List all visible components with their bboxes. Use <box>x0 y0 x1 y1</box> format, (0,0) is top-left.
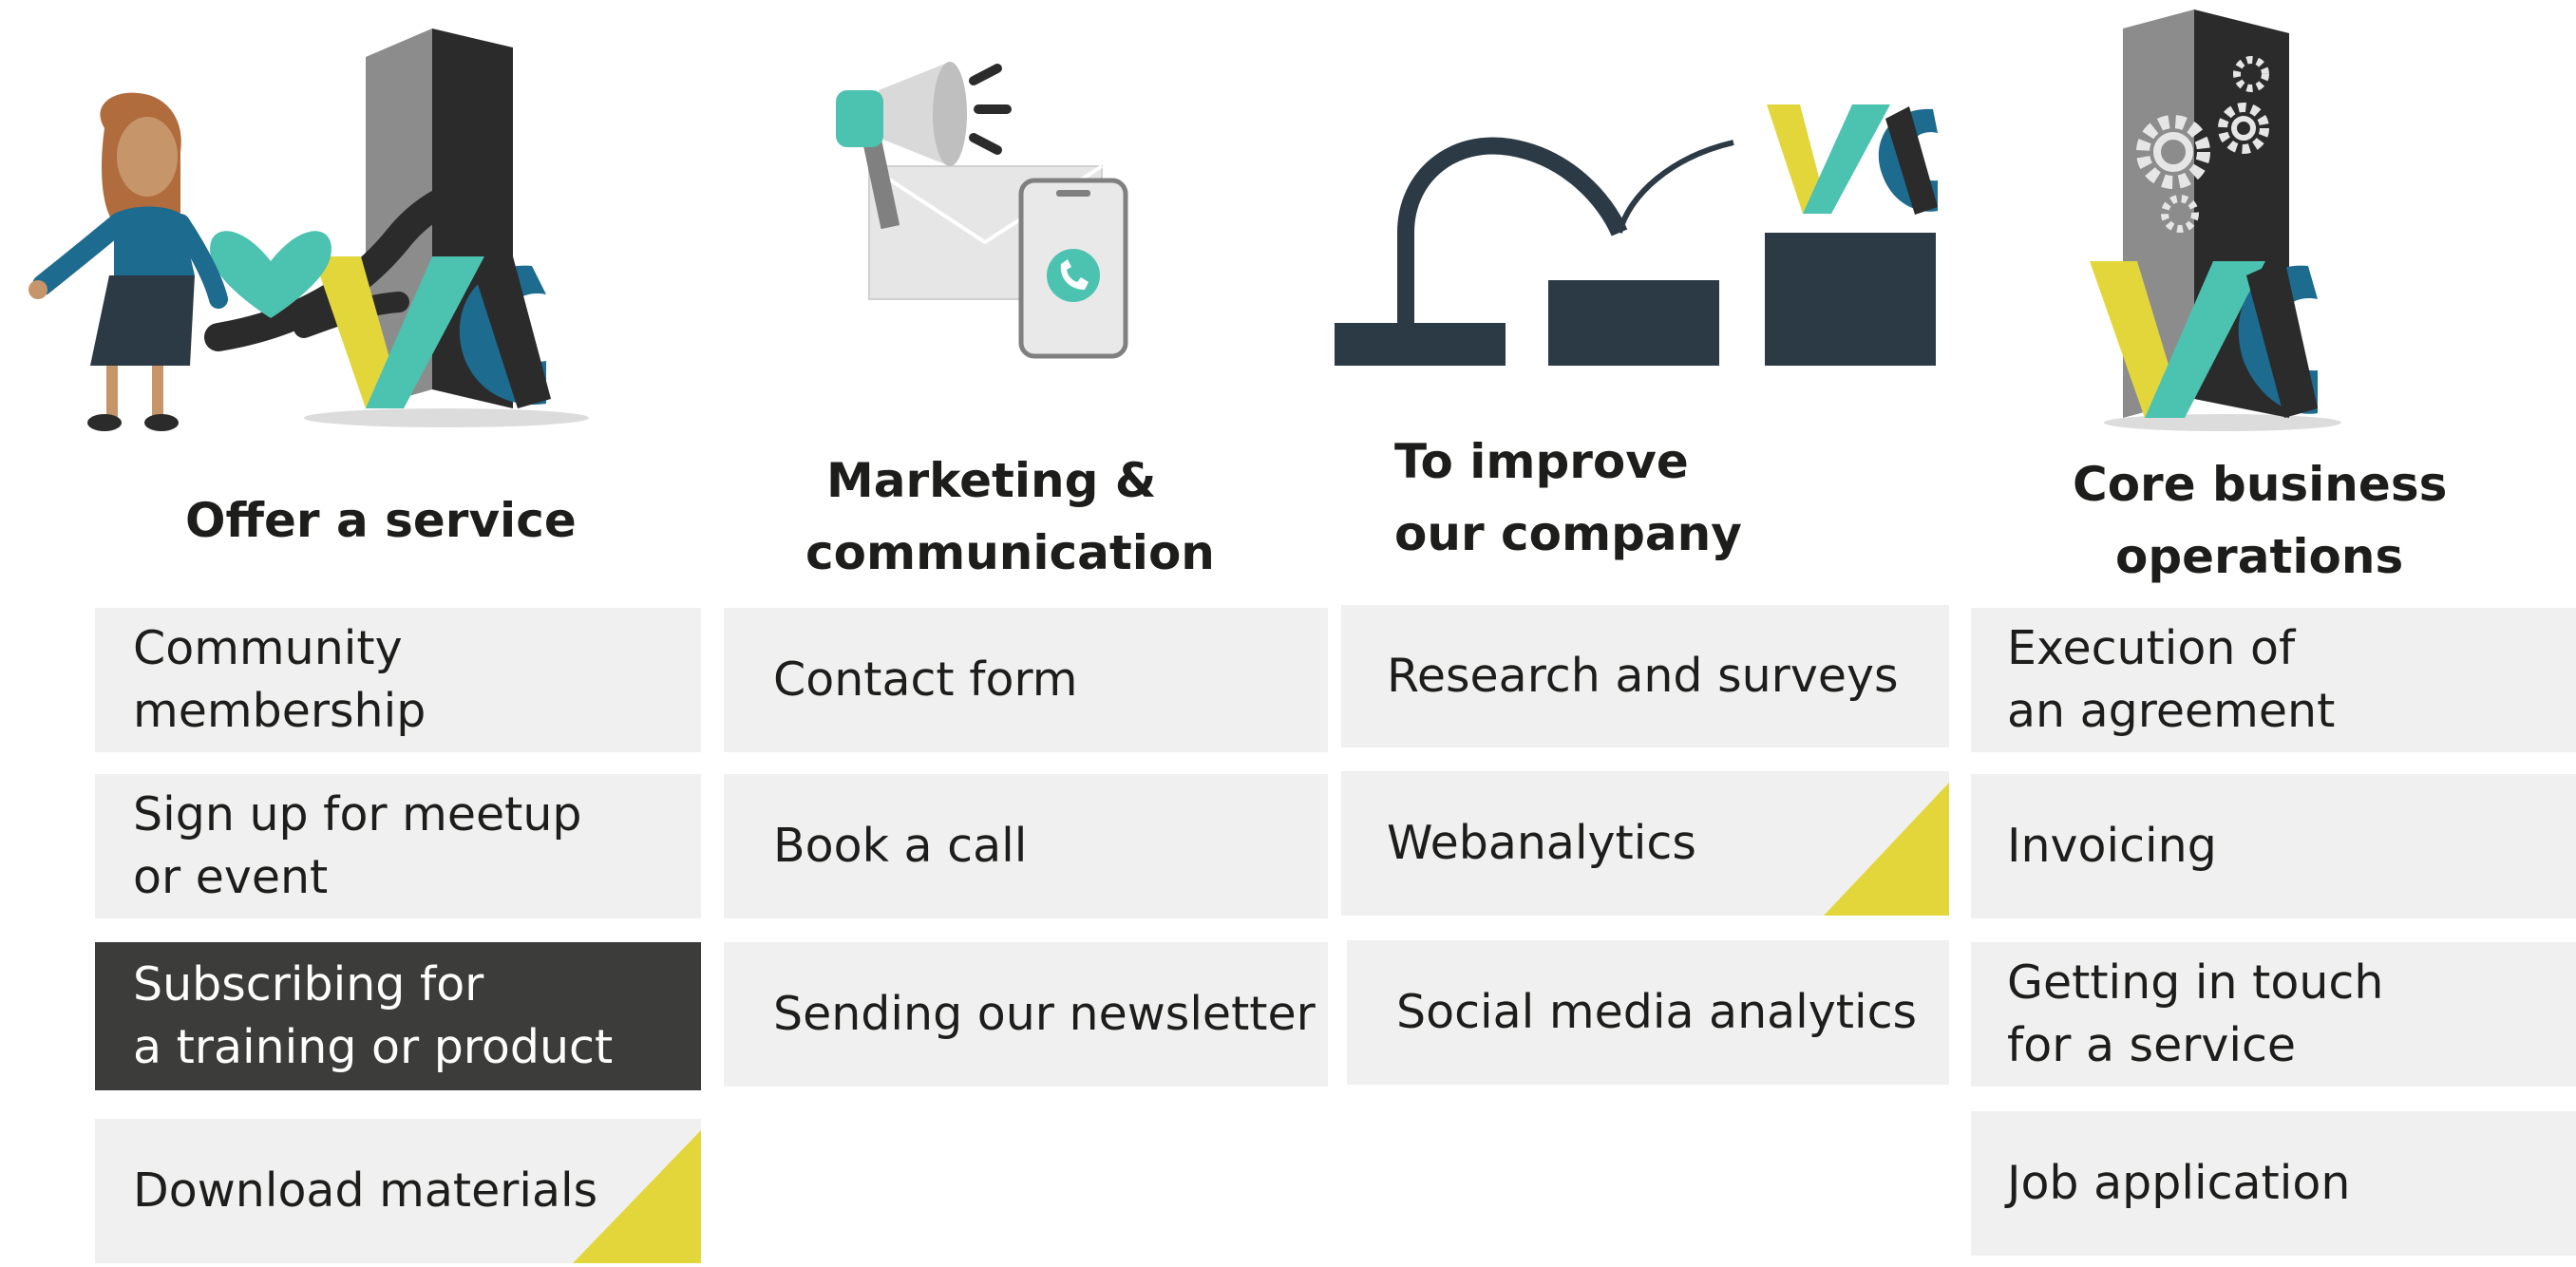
list-item-social-media-analytics: Social media analytics <box>1347 940 1949 1085</box>
yellow-corner-mark <box>1824 783 1949 916</box>
column-heading-marketing-communication: Marketing & communication <box>805 453 1215 580</box>
column-heading-core-business-operations: Core business operations <box>2073 457 2448 584</box>
list-item-subscribing-training-highlighted: Subscribing for a training or product <box>95 942 701 1090</box>
step-growth-vc-logo-icon <box>1335 104 1938 366</box>
megaphone-envelope-phone-icon <box>836 62 1128 359</box>
list-item-sending-newsletter: Sending our newsletter <box>724 942 1328 1087</box>
list-item-community-membership: Community membership <box>95 608 701 752</box>
column-heading-offer-a-service: Offer a service <box>185 493 577 548</box>
gears-vc-pillar-icon <box>2090 9 2341 431</box>
list-item-sign-up-meetup: Sign up for meetup or event <box>95 774 701 918</box>
woman-giving-heart-to-vc-pillar-icon <box>28 28 589 431</box>
column-heading-to-improve-our-company: To improve our company <box>1394 434 1742 561</box>
list-item-job-application: Job application <box>1971 1111 2576 1256</box>
list-item-webanalytics: Webanalytics <box>1341 771 1949 916</box>
list-item-book-a-call: Book a call <box>724 774 1328 918</box>
list-item-invoicing: Invoicing <box>1971 774 2576 918</box>
list-item-download-materials: Download materials <box>95 1119 701 1263</box>
list-item-execution-agreement: Execution of an agreement <box>1971 608 2576 752</box>
list-item-research-surveys: Research and surveys <box>1341 605 1949 747</box>
list-item-contact-form: Contact form <box>724 608 1328 752</box>
list-item-getting-in-touch: Getting in touch for a service <box>1971 942 2576 1087</box>
